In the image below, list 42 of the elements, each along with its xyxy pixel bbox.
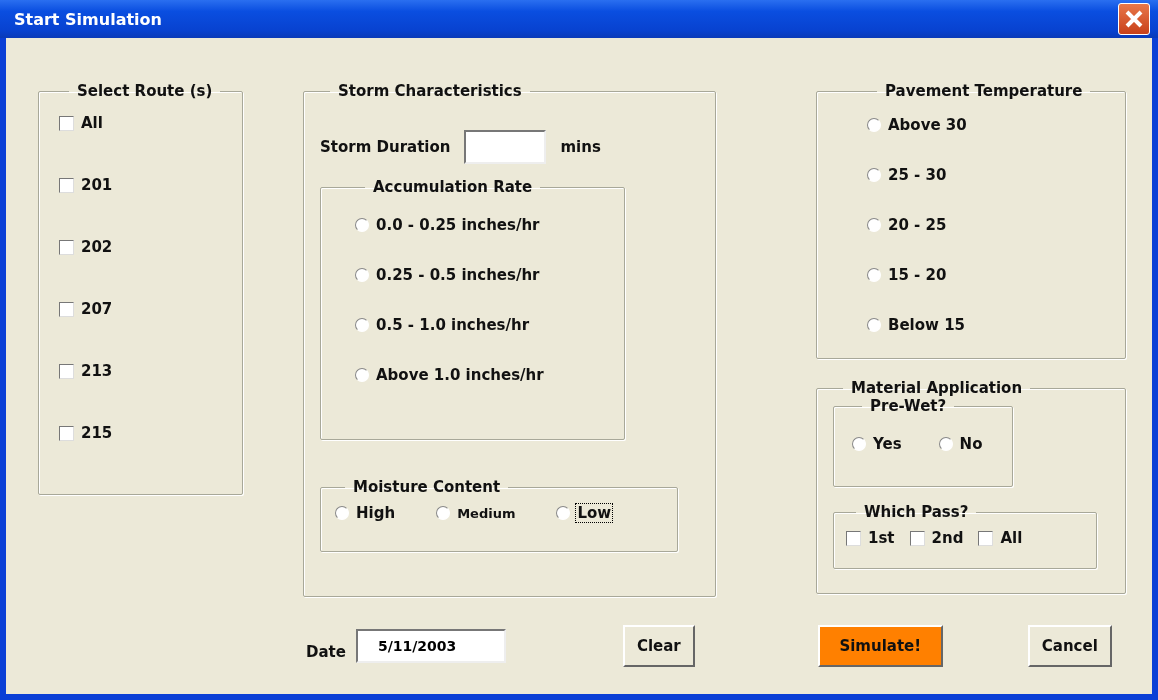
radio-option[interactable]: Above 30: [867, 116, 968, 134]
group-title: Pre-Wet?: [869, 397, 948, 415]
checkbox[interactable]: 202: [59, 238, 114, 256]
date-field[interactable]: 5/11/2003: [355, 629, 506, 663]
radio-option[interactable]: 15 - 20: [867, 266, 948, 284]
radio-option[interactable]: Below 15: [867, 316, 966, 334]
radio-option[interactable]: Above 1.0 inches/hr: [355, 366, 545, 384]
checkbox[interactable]: 215: [59, 424, 114, 442]
duration-field[interactable]: [464, 130, 547, 164]
group-title: Moisture Content: [352, 478, 502, 496]
radio-option[interactable]: 0.0 - 0.25 inches/hr: [355, 216, 541, 234]
checkbox[interactable]: 1st: [846, 529, 896, 547]
close-icon: [1124, 9, 1144, 29]
radio-option[interactable]: No: [938, 435, 984, 453]
radio-option[interactable]: Yes: [852, 435, 903, 453]
radio-option[interactable]: 0.25 - 0.5 inches/hr: [355, 266, 541, 284]
radio-option[interactable]: Low: [556, 504, 613, 522]
group-title: Accumulation Rate: [372, 178, 534, 196]
radio-option[interactable]: 25 - 30: [867, 166, 948, 184]
checkbox[interactable]: 207: [59, 300, 114, 318]
duration-label: Storm Duration: [320, 138, 451, 156]
group-title: Pavement Temperature: [884, 82, 1084, 100]
radio-option[interactable]: Medium: [436, 505, 517, 521]
group-title: Material Application: [850, 379, 1024, 397]
unit-label: mins: [560, 138, 601, 156]
group-title: Which Pass?: [863, 503, 970, 521]
window-title: Start Simulation: [14, 9, 162, 29]
checkbox[interactable]: All: [978, 529, 1024, 547]
checkbox[interactable]: 213: [59, 362, 114, 380]
dialog-button[interactable]: Clear: [622, 625, 695, 667]
dialog-button[interactable]: Cancel: [1027, 625, 1112, 667]
checkbox[interactable]: 201: [59, 176, 114, 194]
date-label: Date: [306, 643, 346, 661]
radio-option[interactable]: 0.5 - 1.0 inches/hr: [355, 316, 531, 334]
group-title: Select Route (s): [76, 82, 214, 100]
close-button[interactable]: [1118, 3, 1150, 35]
dialog-button[interactable]: Simulate!: [817, 625, 943, 667]
radio-option[interactable]: 20 - 25: [867, 216, 948, 234]
radio-option[interactable]: High: [335, 504, 397, 522]
group-title: Storm Characteristics: [337, 82, 523, 100]
checkbox[interactable]: 2nd: [909, 529, 965, 547]
checkbox[interactable]: All: [59, 114, 104, 132]
